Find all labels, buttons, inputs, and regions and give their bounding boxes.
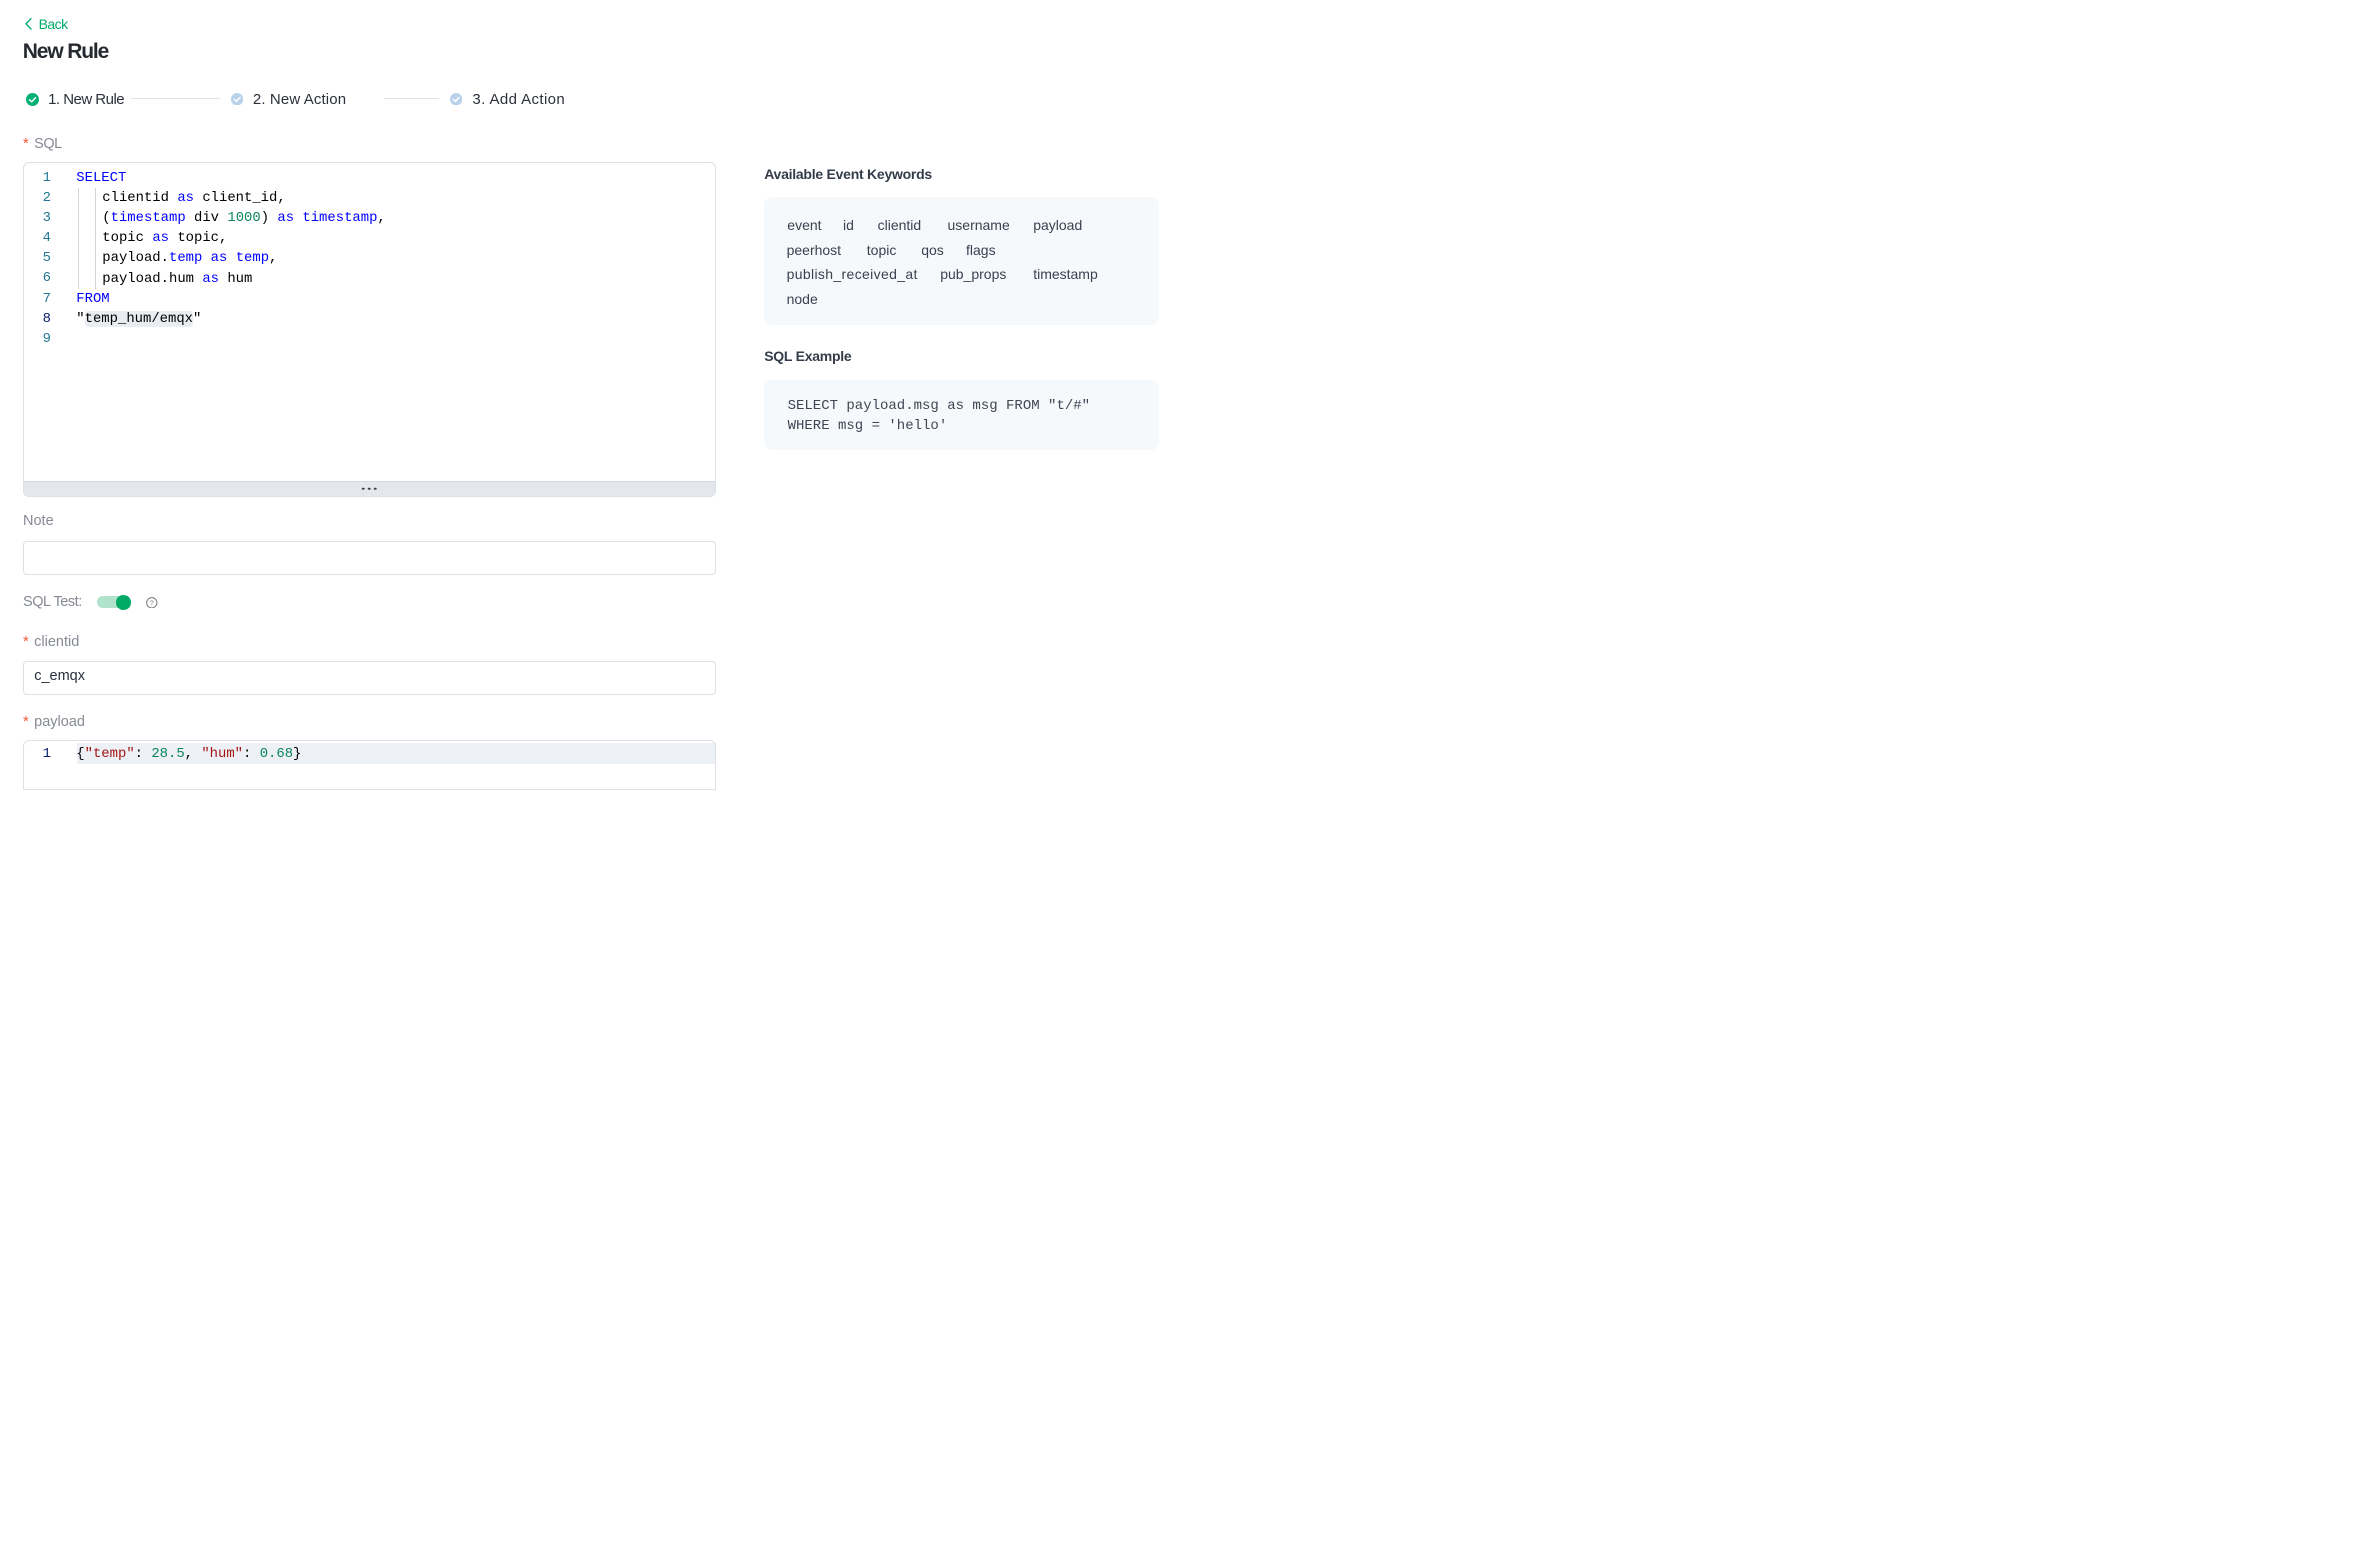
svg-text:?: ?: [150, 598, 154, 607]
